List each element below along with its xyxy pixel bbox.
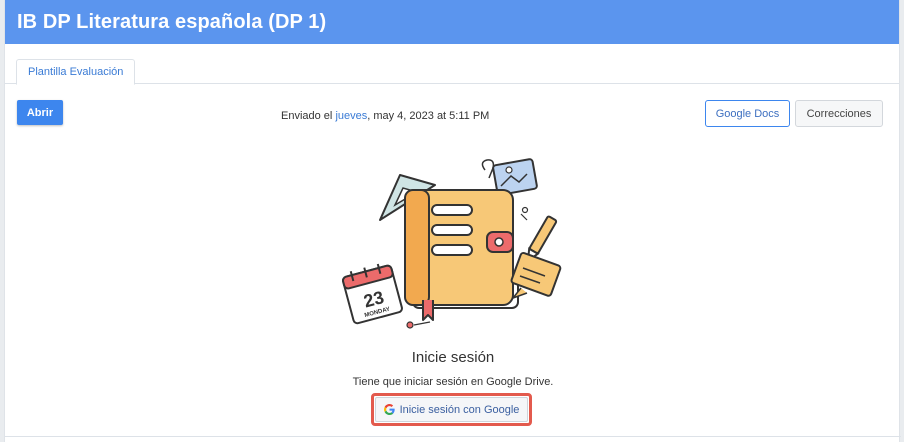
google-sign-in-button[interactable]: Inicie sesión con Google bbox=[375, 397, 528, 422]
page-header: IB DP Literatura española (DP 1) bbox=[5, 0, 899, 44]
tab-bar: Plantilla Evaluación bbox=[5, 44, 899, 85]
bottom-divider bbox=[5, 436, 901, 437]
sent-prefix: Enviado el bbox=[281, 110, 333, 122]
calendar-icon: 23 MONDAY bbox=[342, 263, 403, 325]
sent-day: jueves bbox=[335, 110, 368, 122]
open-button[interactable]: Abrir bbox=[17, 100, 63, 125]
sent-date: , may 4, 2023 at 5:11 PM bbox=[367, 110, 490, 122]
page-title: IB DP Literatura española (DP 1) bbox=[17, 10, 327, 33]
corrections-button[interactable]: Correcciones bbox=[795, 100, 883, 127]
tab-plantilla-evaluacion[interactable]: Plantilla Evaluación bbox=[16, 59, 136, 85]
note-card-icon bbox=[510, 251, 562, 299]
sent-info: Enviado el jueves, may 4, 2023 at 5:11 P… bbox=[281, 110, 489, 122]
notebook-illustration: 23 MONDAY bbox=[342, 158, 562, 329]
book-icon bbox=[404, 189, 519, 321]
google-g-icon bbox=[383, 404, 395, 415]
app-frame: IB DP Literatura española (DP 1) Plantil… bbox=[4, 0, 901, 442]
google-sign-in-label: Inicie sesión con Google bbox=[399, 403, 520, 416]
google-docs-button[interactable]: Google Docs bbox=[705, 100, 790, 127]
login-title: Inicie sesión bbox=[411, 349, 495, 366]
toolbar: Abrir Enviado el jueves, may 4, 2023 at … bbox=[5, 84, 899, 128]
login-description: Tiene que iniciar sesión en Google Drive… bbox=[352, 376, 554, 388]
